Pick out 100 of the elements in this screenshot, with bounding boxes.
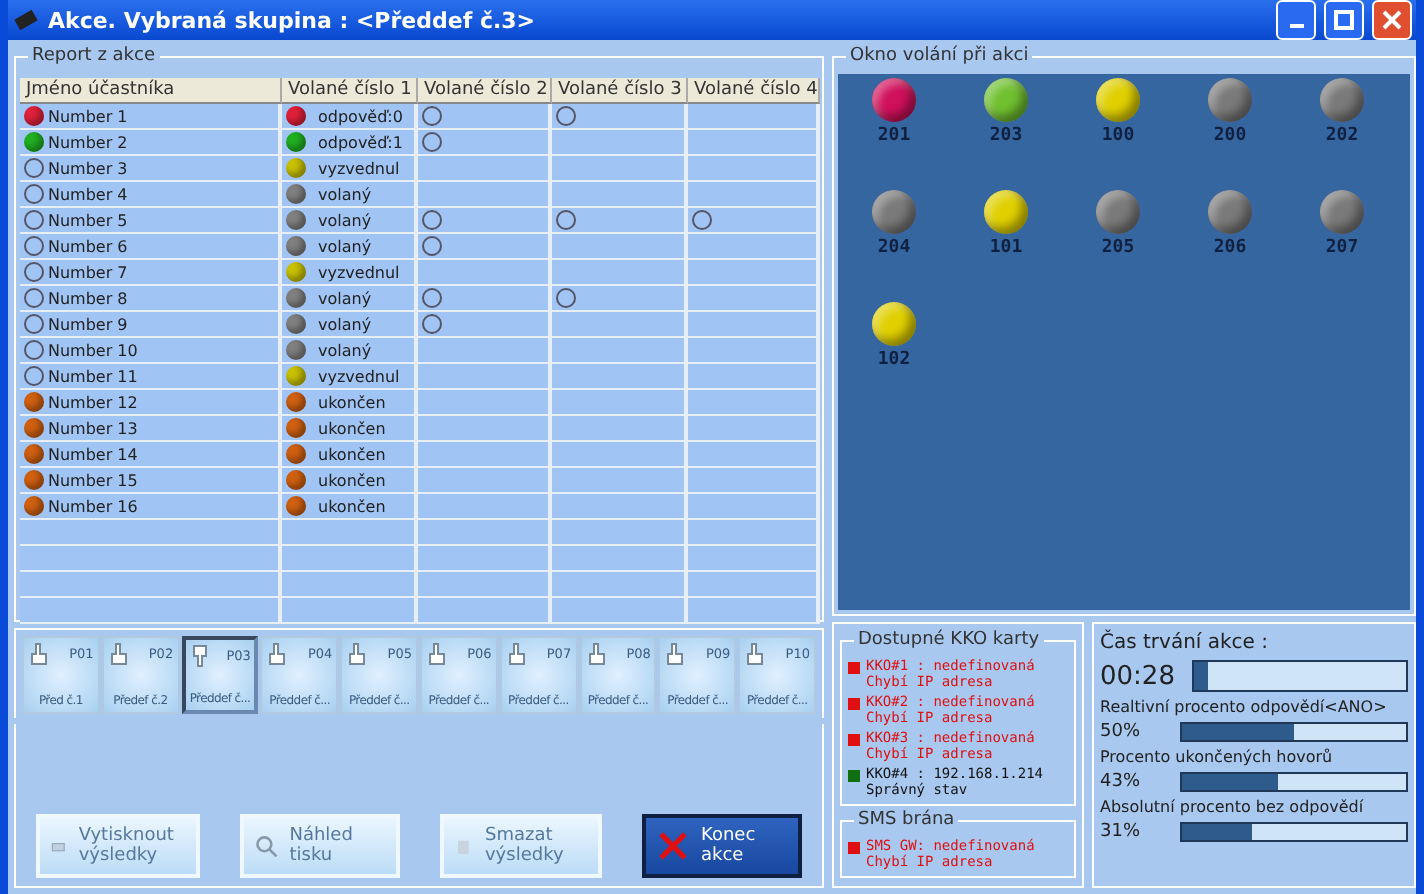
hand-icon [744,642,765,666]
call-status: ukončen [316,471,386,489]
call-status: ukončen [316,497,386,515]
table-cell [282,598,418,624]
minimize-button[interactable] [1276,0,1316,40]
empty-status-circle [24,158,44,178]
hand-icon [266,642,287,666]
hand-icon [107,642,128,666]
call-status: volaný [316,185,372,203]
empty-status-circle [556,106,576,126]
table-cell [418,546,552,572]
participant-name: Number 1 [48,107,128,125]
empty-status-circle [556,288,576,308]
table-cell [552,546,688,572]
participant-name: Number 6 [48,237,128,255]
participant-name: Number 8 [48,289,128,307]
hand-icon [346,642,367,666]
table-cell [552,572,688,598]
extension-label: 100 [1101,126,1135,146]
hand-icon [426,642,446,666]
table-cell [418,572,552,598]
group-title: Dostupné KKO karty [854,630,1044,652]
stat-label: Absolutní procento bez odpovědí [1100,798,1366,816]
duration-label: Čas trvání akce : [1100,632,1270,654]
empty-status-circle [24,340,44,360]
empty-status-circle [422,288,442,308]
hand-icon [585,642,606,666]
participant-name: Number 11 [48,367,138,385]
stat-label: Realtivní procento odpovědí<ANO> [1100,698,1389,716]
column-header: Jméno účastníka [20,78,282,104]
participant-name: Number 9 [48,315,128,333]
call-status: ukončen [316,445,386,463]
call-status: volaný [316,315,372,333]
stat-reading: 43% [1100,772,1143,792]
participant-name: Number 12 [48,393,138,411]
extension-label: 101 [989,238,1023,258]
participant-name: Number 5 [48,211,128,229]
maximize-button[interactable] [1324,0,1364,40]
extension-label: 200 [1213,126,1247,146]
table-cell [552,598,688,624]
empty-status-circle [556,210,576,230]
call-status: vyzvednul [316,367,400,385]
participant-name: Number 7 [48,263,128,281]
action-button[interactable]: Konec akce [641,814,802,878]
hand-icon [189,644,210,668]
stat-reading: 50% [1100,722,1143,742]
participant-name: Number 2 [48,133,128,151]
duration-reading: 00:28 [1100,661,1177,691]
table-cell [688,598,820,624]
call-status: odpověď:1 [316,133,403,151]
window-title: Akce. Vybraná skupina : <Předdef č.3> [48,7,538,33]
empty-status-circle [422,132,442,152]
stat-label: Procento ukončených hovorů [1100,748,1335,766]
group-title: Report z akce [28,46,159,68]
empty-status-circle [422,236,442,256]
participant-name: Number 10 [48,341,138,359]
table-cell [418,520,552,546]
column-header: Volané číslo 1 [282,78,418,104]
empty-status-circle [24,184,44,204]
table-cell [552,520,688,546]
extension-label: 207 [1325,238,1359,258]
participant-name: Number 16 [48,497,138,515]
call-status: volaný [316,237,372,255]
empty-status-circle [24,210,44,230]
search-icon [253,832,278,860]
call-status: odpověď:0 [316,107,403,125]
empty-status-circle [24,262,44,282]
table-cell [688,520,820,546]
participant-name: Number 13 [48,419,138,437]
participant-name: Number 4 [48,185,128,203]
participant-name: Number 14 [48,445,138,463]
hand-icon [664,642,685,666]
extension-label: 205 [1101,238,1135,258]
call-status: volaný [316,341,372,359]
close-icon [1382,10,1402,30]
extension-label: 202 [1325,126,1359,146]
call-status: ukončen [316,419,386,437]
column-header: Volané číslo 3 [552,78,688,104]
column-header: Volané číslo 2 [418,78,552,104]
extension-label: 203 [989,126,1023,146]
table-cell [688,572,820,598]
hand-icon [505,642,526,666]
table-cell [418,598,552,624]
call-status: volaný [316,211,372,229]
group-title: Okno volání při akci [846,46,1033,68]
empty-status-circle [24,314,44,334]
empty-status-circle [24,366,44,386]
close-button[interactable] [1372,0,1412,40]
empty-status-circle [422,210,442,230]
empty-status-circle [24,288,44,308]
maximize-icon [1334,10,1354,30]
stat-reading: 31% [1100,822,1143,842]
table-cell [688,546,820,572]
empty-status-circle [422,314,442,334]
extension-label: 201 [877,126,911,146]
participant-name: Number 3 [48,159,128,177]
empty-status-circle [24,236,44,256]
extension-label: 102 [877,350,911,370]
column-header: Volané číslo 4 [688,78,820,104]
table-cell [282,546,418,572]
